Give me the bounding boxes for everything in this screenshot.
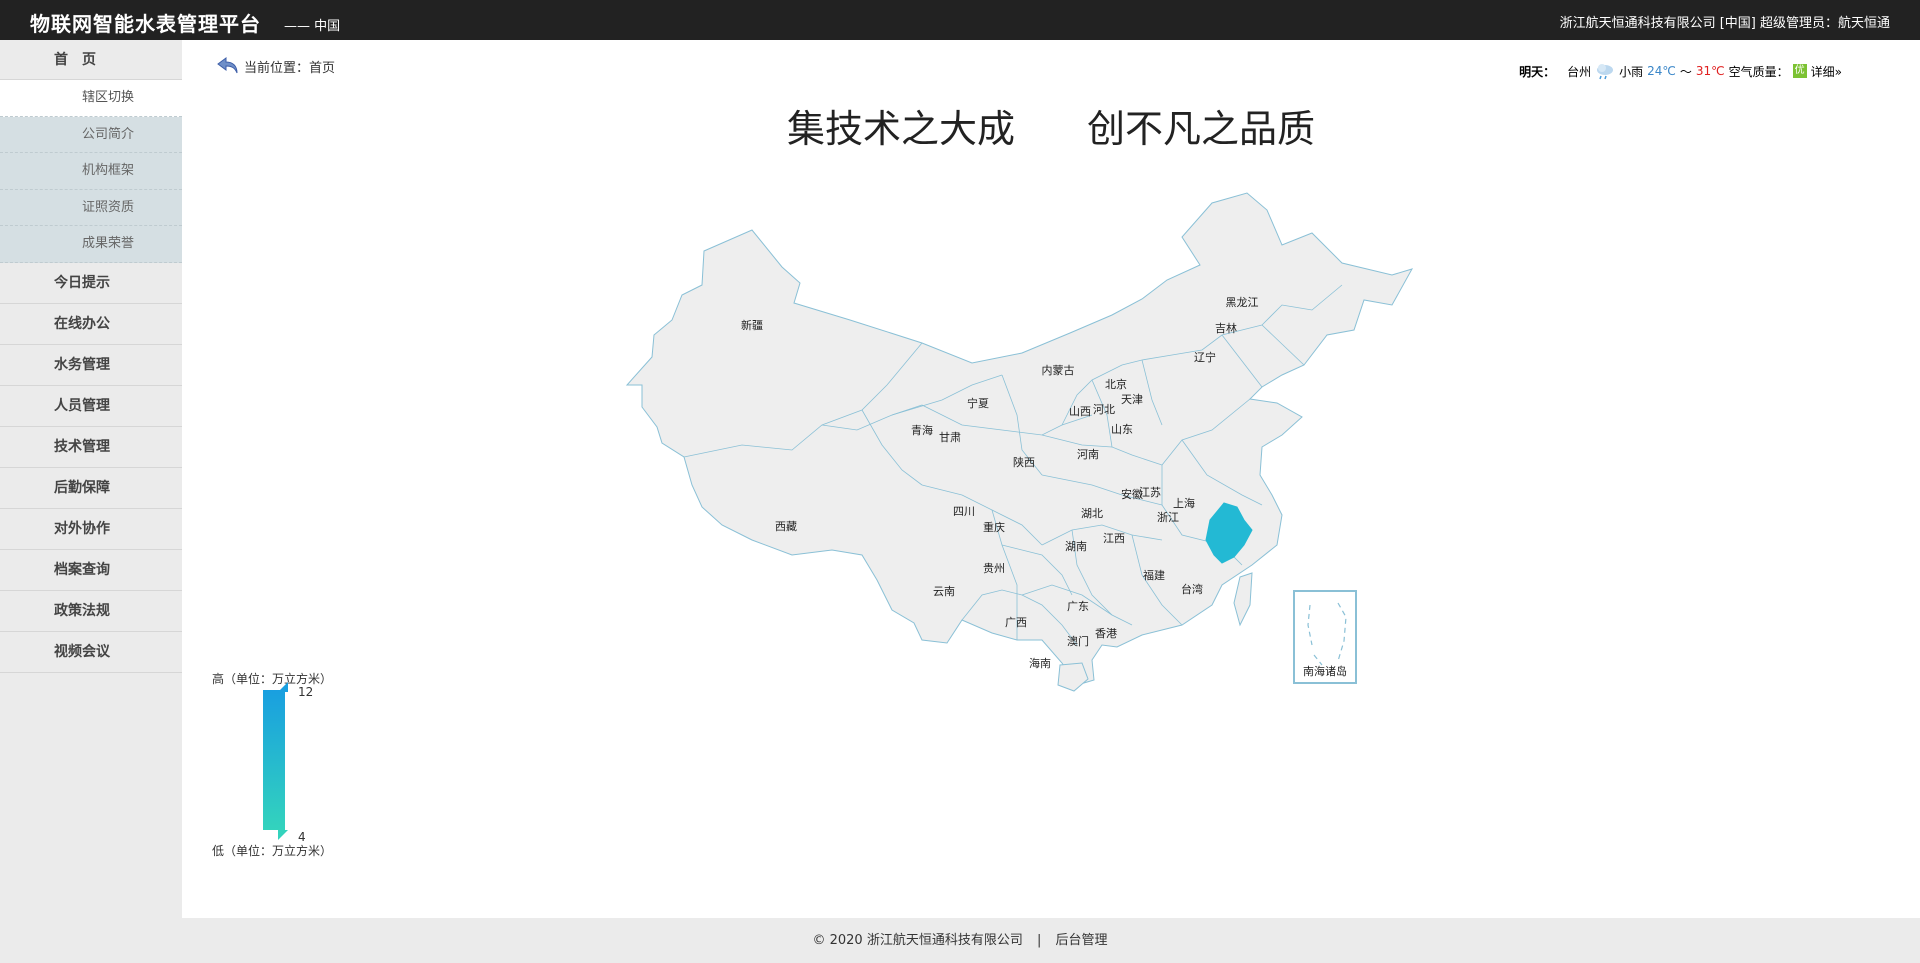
label-neimenggu: 内蒙古 <box>1042 363 1075 377</box>
label-fujian: 福建 <box>1143 568 1165 582</box>
weather-high: 31℃ <box>1695 64 1725 78</box>
label-guangxi: 广西 <box>1005 616 1027 629</box>
label-sichuan: 四川 <box>953 505 975 518</box>
label-macau: 澳门 <box>1067 634 1089 648</box>
china-map-svg[interactable]: 南海诸岛 新疆 西藏 青海 甘肃 宁夏 内蒙古 黑龙江 吉林 辽宁 北京 天津 … <box>622 185 1612 835</box>
label-xizang: 西藏 <box>775 520 797 533</box>
footer-admin-link[interactable]: 后台管理 <box>1056 933 1108 948</box>
label-hebei: 河北 <box>1093 403 1115 416</box>
label-gansu: 甘肃 <box>939 431 961 444</box>
sidebar-item-tech[interactable]: 技术管理 <box>0 427 182 468</box>
label-yunnan: 云南 <box>933 585 955 598</box>
main-content: 当前位置： 首页 明天： 台州 小雨 24℃ ～ 31℃ 空气质量：优详细» 集技术… <box>182 40 1920 918</box>
legend-max-value: 12 <box>298 685 314 699</box>
sub-item-org-structure[interactable]: 机构框架 <box>0 153 182 190</box>
label-guizhou: 贵州 <box>983 562 1005 575</box>
label-taiwan: 台湾 <box>1181 582 1203 596</box>
sidebar-item-office[interactable]: 在线办公 <box>0 304 182 345</box>
label-hubei: 湖北 <box>1081 507 1103 520</box>
label-liaoning: 辽宁 <box>1194 350 1216 364</box>
sidebar: 首页 辖区切换 公司简介 机构框架 证照资质 成果荣誉 今日提示 在线办公 水务… <box>0 40 182 918</box>
label-jiangxi: 江西 <box>1103 532 1125 545</box>
label-heilongjiang: 黑龙江 <box>1226 296 1259 309</box>
label-shaanxi: 陕西 <box>1013 455 1035 469</box>
label-jiangsu: 江苏 <box>1139 486 1161 499</box>
air-quality-label: 空气质量： <box>1728 64 1789 79</box>
label-zhejiang: 浙江 <box>1157 511 1179 524</box>
label-shanxi: 山西 <box>1069 405 1091 418</box>
legend-high-label: 高（单位：万立方米） <box>212 672 333 686</box>
breadcrumb-current[interactable]: 首页 <box>309 57 335 76</box>
sub-item-honors[interactable]: 成果荣誉 <box>0 226 182 263</box>
legend-low-label: 低（单位：万立方米） <box>212 844 333 858</box>
footer-separator: | <box>1036 933 1042 948</box>
region-label: —— 中国 <box>284 19 341 34</box>
label-hongkong: 香港 <box>1095 627 1117 640</box>
legend-min-handle[interactable] <box>278 830 288 840</box>
weather-condition: 小雨 <box>1619 64 1644 79</box>
map-inset-label: 南海诸岛 <box>1303 664 1347 678</box>
map-legend: 高（单位：万立方米） 12 4 低（单位：万立方米） <box>212 670 352 870</box>
label-shanghai: 上海 <box>1173 496 1195 510</box>
app-title: 物联网智能水表管理平台 <box>30 12 261 36</box>
air-quality-badge: 优 <box>1792 64 1807 78</box>
label-henan: 河南 <box>1077 448 1099 461</box>
sidebar-item-staff[interactable]: 人员管理 <box>0 386 182 427</box>
label-xinjiang: 新疆 <box>741 318 763 332</box>
sidebar-item-video[interactable]: 视频会议 <box>0 632 182 673</box>
top-bar: 物联网智能水表管理平台 —— 中国 浙江航天恒通科技有限公司 [中国] 超级管理… <box>0 0 1920 40</box>
weather-widget: 明天： 台州 小雨 24℃ ～ 31℃ 空气质量：优详细» <box>1519 62 1842 80</box>
slogan-right: 创不凡之品质 <box>1087 107 1316 151</box>
footer-copyright: © 2020 浙江航天恒通科技有限公司 <box>812 933 1023 948</box>
sidebar-item-home[interactable]: 首页 <box>0 40 182 80</box>
legend-gradient-bar[interactable] <box>263 690 285 830</box>
weather-low: 24℃ <box>1647 64 1676 78</box>
label-beijing: 北京 <box>1105 377 1127 391</box>
footer: © 2020 浙江航天恒通科技有限公司 | 后台管理 <box>0 918 1920 963</box>
weather-tilde: ～ <box>1679 64 1692 79</box>
label-hunan: 湖南 <box>1065 540 1087 553</box>
china-map[interactable]: 南海诸岛 新疆 西藏 青海 甘肃 宁夏 内蒙古 黑龙江 吉林 辽宁 北京 天津 … <box>622 185 1612 835</box>
account-info: 浙江航天恒通科技有限公司 [中国] 超级管理员：航天恒通 <box>1559 16 1890 31</box>
label-guangdong: 广东 <box>1067 600 1089 613</box>
sub-item-district-switch[interactable]: 辖区切换 <box>0 80 182 117</box>
sidebar-item-logistics[interactable]: 后勤保障 <box>0 468 182 509</box>
breadcrumb-prefix: 当前位置： <box>244 60 310 76</box>
slogan: 集技术之大成 创不凡之品质 <box>182 98 1920 153</box>
back-arrow-icon[interactable] <box>216 56 240 76</box>
home-submenu: 辖区切换 公司简介 机构框架 证照资质 成果荣誉 <box>0 80 182 263</box>
label-chongqing: 重庆 <box>983 520 1005 534</box>
breadcrumb: 当前位置： 首页 <box>216 56 335 76</box>
label-shandong: 山东 <box>1111 423 1133 436</box>
label-hainan: 海南 <box>1029 656 1051 670</box>
label-ningxia: 宁夏 <box>967 396 989 410</box>
sidebar-item-policy[interactable]: 政策法规 <box>0 591 182 632</box>
label-tianjin: 天津 <box>1121 393 1143 406</box>
sidebar-item-water[interactable]: 水务管理 <box>0 345 182 386</box>
weather-detail-link[interactable]: 详细» <box>1811 63 1842 80</box>
label-qinghai: 青海 <box>911 423 933 437</box>
sub-item-company-intro[interactable]: 公司简介 <box>0 117 182 153</box>
sub-item-certificates[interactable]: 证照资质 <box>0 190 182 226</box>
map-hainan <box>1057 662 1089 692</box>
cloud-rain-icon <box>1597 64 1614 80</box>
weather-city: 台州 <box>1567 64 1592 79</box>
sidebar-item-external[interactable]: 对外协作 <box>0 509 182 550</box>
slogan-left: 集技术之大成 <box>786 107 1015 151</box>
map-taiwan <box>1233 572 1253 627</box>
weather-label: 明天： <box>1519 64 1556 79</box>
sidebar-item-today[interactable]: 今日提示 <box>0 263 182 304</box>
label-jilin: 吉林 <box>1215 321 1237 335</box>
sidebar-item-archive[interactable]: 档案查询 <box>0 550 182 591</box>
